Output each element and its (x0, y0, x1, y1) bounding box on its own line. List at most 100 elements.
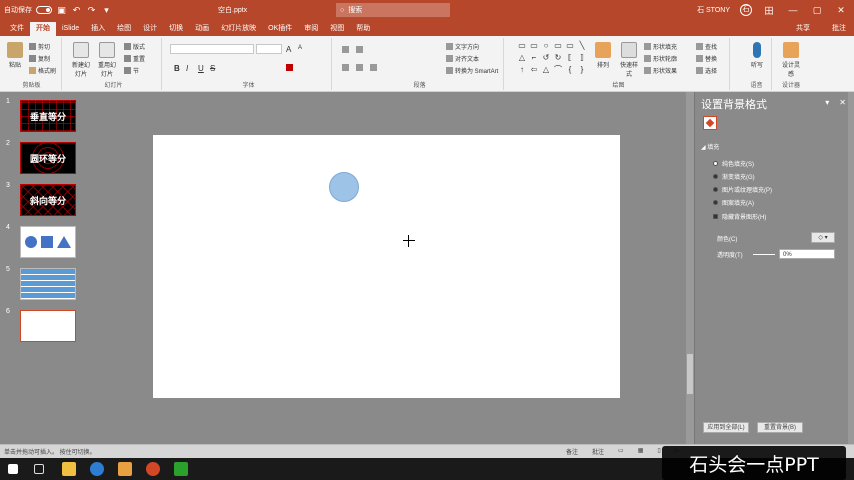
shape-option[interactable]: ↻ (552, 52, 564, 64)
redo-icon[interactable]: ↷ (86, 5, 97, 16)
tab-10[interactable]: 审阅 (298, 22, 324, 36)
hide-background-graphics-checkbox[interactable]: 隐藏背景图形(H) (713, 212, 766, 221)
autosave-toggle[interactable] (36, 6, 52, 14)
font-color-button[interactable] (286, 64, 293, 71)
slide-thumbnail-1[interactable]: 1 垂直等分 (6, 98, 80, 132)
align-left-button[interactable] (342, 64, 349, 71)
align-right-button[interactable] (370, 64, 377, 71)
align-center-button[interactable] (356, 64, 363, 71)
app-icon[interactable] (174, 462, 188, 476)
shape-option[interactable]: ↺ (540, 52, 552, 64)
slide-thumbnail-6[interactable]: 6 (6, 308, 80, 342)
shape-option[interactable]: ⌒ (552, 64, 564, 76)
app-icon[interactable] (90, 462, 104, 476)
ribbon-display-options-button[interactable]: 田 (762, 4, 776, 17)
shape-option[interactable]: { (564, 64, 576, 76)
solid-fill-option[interactable]: 纯色填充(S) (713, 159, 754, 168)
maximize-button[interactable]: ▢ (810, 5, 824, 16)
dictate-button[interactable]: 听写 (746, 42, 768, 69)
tab-9[interactable]: OK插件 (262, 22, 298, 36)
shape-option[interactable]: ▭ (528, 40, 540, 52)
normal-view-icon[interactable]: ▭ (618, 447, 624, 456)
tab-5[interactable]: 设计 (137, 22, 163, 36)
apply-to-all-button[interactable]: 应用到全部(L) (703, 422, 749, 433)
increase-font-size-button[interactable]: A (286, 45, 291, 54)
comments-status-button[interactable]: 批注 (592, 447, 604, 456)
convert-smartart-button[interactable]: 转换为 SmartArt (446, 66, 498, 75)
shape-effects-button[interactable]: 形状效果 (644, 66, 677, 75)
pane-close-icon[interactable]: ✕ (839, 98, 846, 107)
find-button[interactable]: 查找 (696, 42, 717, 51)
fill-section-header[interactable]: ◢ 填充 (701, 142, 719, 151)
strikethrough-button[interactable]: S (210, 64, 215, 73)
shape-option[interactable]: } (576, 64, 588, 76)
shape-option[interactable]: △ (516, 52, 528, 64)
current-slide[interactable] (153, 135, 620, 398)
shape-option[interactable]: ⇦ (528, 64, 540, 76)
tab-8[interactable]: 幻灯片放映 (215, 22, 262, 36)
scrollbar-thumb[interactable] (687, 354, 693, 394)
numbering-button[interactable] (356, 46, 363, 53)
layout-button[interactable]: 版式 (124, 42, 145, 51)
circle-shape[interactable] (329, 172, 359, 202)
tab-6[interactable]: 切换 (163, 22, 189, 36)
notes-button[interactable]: 备注 (566, 447, 578, 456)
design-ideas-button[interactable]: 设计灵感 (780, 42, 802, 78)
bullets-button[interactable] (342, 46, 349, 53)
shapes-gallery[interactable]: ▭ ▭ ○ ▭ ▭ ╲ △ ⌐ ↺ ↻ ⟦ ⟧ ↑ ⇦ △ ⌒{} (516, 40, 588, 76)
pane-scrollbar[interactable] (848, 92, 854, 444)
arrange-button[interactable]: 排列 (592, 42, 614, 69)
slide-preview[interactable]: 垂直等分 (20, 100, 76, 132)
slide-preview[interactable] (20, 310, 76, 342)
slide-thumbnail-5[interactable]: 5 (6, 266, 80, 300)
shape-option[interactable]: △ (540, 64, 552, 76)
reset-button[interactable]: 重置 (124, 54, 145, 63)
shape-option[interactable]: ○ (540, 40, 552, 52)
tab-0[interactable]: 文件 (4, 22, 30, 36)
share-button[interactable]: 共享 (792, 22, 814, 34)
picture-fill-option[interactable]: 图片或纹理填充(P) (713, 185, 772, 194)
shape-option[interactable]: ▭ (516, 40, 528, 52)
tab-1[interactable]: 开始 (30, 22, 56, 36)
shape-fill-button[interactable]: 形状填充 (644, 42, 677, 51)
windows-start-icon[interactable] (8, 464, 18, 474)
new-slide-button[interactable]: 新建幻灯片 (70, 42, 92, 78)
decrease-font-size-button[interactable]: A (298, 45, 302, 51)
slide-sorter-icon[interactable]: ▦ (638, 447, 644, 456)
slide-thumbnail-4[interactable]: 4 (6, 224, 80, 258)
tab-7[interactable]: 动画 (189, 22, 215, 36)
gradient-fill-option[interactable]: 渐变填充(G) (713, 172, 755, 181)
minimize-button[interactable]: — (786, 5, 800, 15)
italic-button[interactable]: I (186, 64, 188, 73)
color-picker-button[interactable]: ◇ ▾ (811, 232, 835, 243)
pattern-fill-option[interactable]: 图案填充(A) (713, 198, 754, 207)
shape-outline-button[interactable]: 形状轮廓 (644, 54, 677, 63)
slide-thumbnail-2[interactable]: 2 圆环等分 (6, 140, 80, 174)
font-name-dropdown[interactable] (170, 44, 254, 54)
shape-option[interactable]: ╲ (576, 40, 588, 52)
shape-option[interactable]: ▭ (552, 40, 564, 52)
tab-11[interactable]: 视图 (324, 22, 350, 36)
section-button[interactable]: 节 (124, 66, 139, 75)
comments-button[interactable]: 批注 (828, 22, 850, 34)
customize-qat-icon[interactable]: ▾ (101, 5, 112, 16)
copy-button[interactable]: 复制 (29, 54, 50, 63)
user-name[interactable]: 石 STONY (697, 5, 730, 15)
avatar[interactable]: 石 (740, 4, 752, 16)
search-box[interactable]: ○ 搜索 (336, 3, 450, 17)
fill-category-icon[interactable] (703, 116, 717, 130)
pane-options-icon[interactable]: ▾ (825, 98, 829, 107)
quick-styles-button[interactable]: 快速样式 (618, 42, 640, 78)
tab-2[interactable]: iSlide (56, 22, 85, 36)
underline-button[interactable]: U (198, 64, 204, 73)
tab-3[interactable]: 插入 (85, 22, 111, 36)
slide-preview[interactable]: 圆环等分 (20, 142, 76, 174)
powerpoint-icon[interactable] (146, 462, 160, 476)
tab-4[interactable]: 绘图 (111, 22, 137, 36)
cut-button[interactable]: 剪切 (29, 42, 50, 51)
replace-button[interactable]: 替换 (696, 54, 717, 63)
undo-icon[interactable]: ↶ (71, 5, 82, 16)
slide-preview[interactable] (20, 268, 76, 300)
transparency-input[interactable]: 0% (779, 249, 835, 259)
shape-option[interactable]: ↑ (516, 64, 528, 76)
